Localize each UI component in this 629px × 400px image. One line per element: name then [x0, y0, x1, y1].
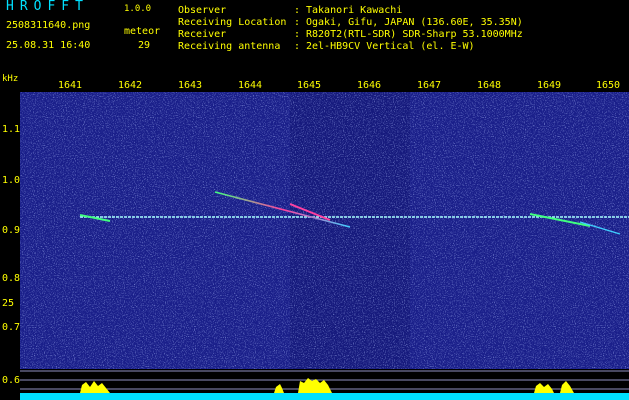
- info-key-observer: Observer: [178, 5, 227, 16]
- frequency-label: 0.9: [2, 225, 21, 236]
- meteor-count-value: 29: [138, 40, 151, 51]
- time-label: 1649: [537, 80, 562, 91]
- frequency-label: 0.6: [2, 375, 21, 386]
- time-label: 1644: [238, 80, 263, 91]
- hrofft-window: HROFFT 1.0.0 2508311640.png 25.08.31 16:…: [0, 0, 629, 400]
- frequency-label: 0.8: [2, 273, 21, 284]
- signal-baseline: [20, 393, 629, 400]
- time-label: 1648: [477, 80, 502, 91]
- frequency-label: 1.0: [2, 175, 21, 186]
- info-value-location: Ogaki, Gifu, JAPAN (136.60E, 35.35N): [306, 17, 523, 28]
- info-key-receiver: Receiver: [178, 29, 227, 40]
- info-separator: :: [294, 29, 301, 40]
- time-label: 1642: [118, 80, 143, 91]
- info-value-antenna: 2el-HB9CV Vertical (el. E-W): [306, 41, 475, 52]
- frequency-label: 1.1: [2, 124, 21, 135]
- recording-datetime: 25.08.31 16:40: [6, 40, 91, 51]
- time-label: 1650: [596, 80, 621, 91]
- app-title: HROFFT: [6, 0, 89, 14]
- frequency-label: 0.7: [2, 322, 21, 333]
- info-separator: :: [294, 41, 301, 52]
- info-separator: :: [294, 5, 301, 16]
- info-value-observer: Takanori Kawachi: [306, 5, 403, 16]
- time-label: 1646: [357, 80, 382, 91]
- time-label: 1645: [297, 80, 322, 91]
- file-name: 2508311640.png: [6, 20, 91, 31]
- info-separator: :: [294, 17, 301, 28]
- time-label: 1647: [417, 80, 442, 91]
- time-label: 1641: [58, 80, 83, 91]
- signal-level-panel: [20, 369, 629, 400]
- meteor-count-label: meteor: [124, 26, 161, 37]
- frequency-axis-unit: kHz: [2, 74, 19, 84]
- info-value-receiver: R820T2(RTL-SDR) SDR-Sharp 53.1000MHz: [306, 29, 523, 40]
- info-key-location: Receiving Location: [178, 17, 287, 28]
- spectrogram-noise: [20, 92, 629, 369]
- info-key-antenna: Receiving antenna: [178, 41, 281, 52]
- time-label: 1643: [178, 80, 203, 91]
- spectrogram-plot: [20, 92, 629, 369]
- frequency-label-extra: 25: [2, 298, 15, 309]
- app-version: 1.0.0: [124, 4, 152, 14]
